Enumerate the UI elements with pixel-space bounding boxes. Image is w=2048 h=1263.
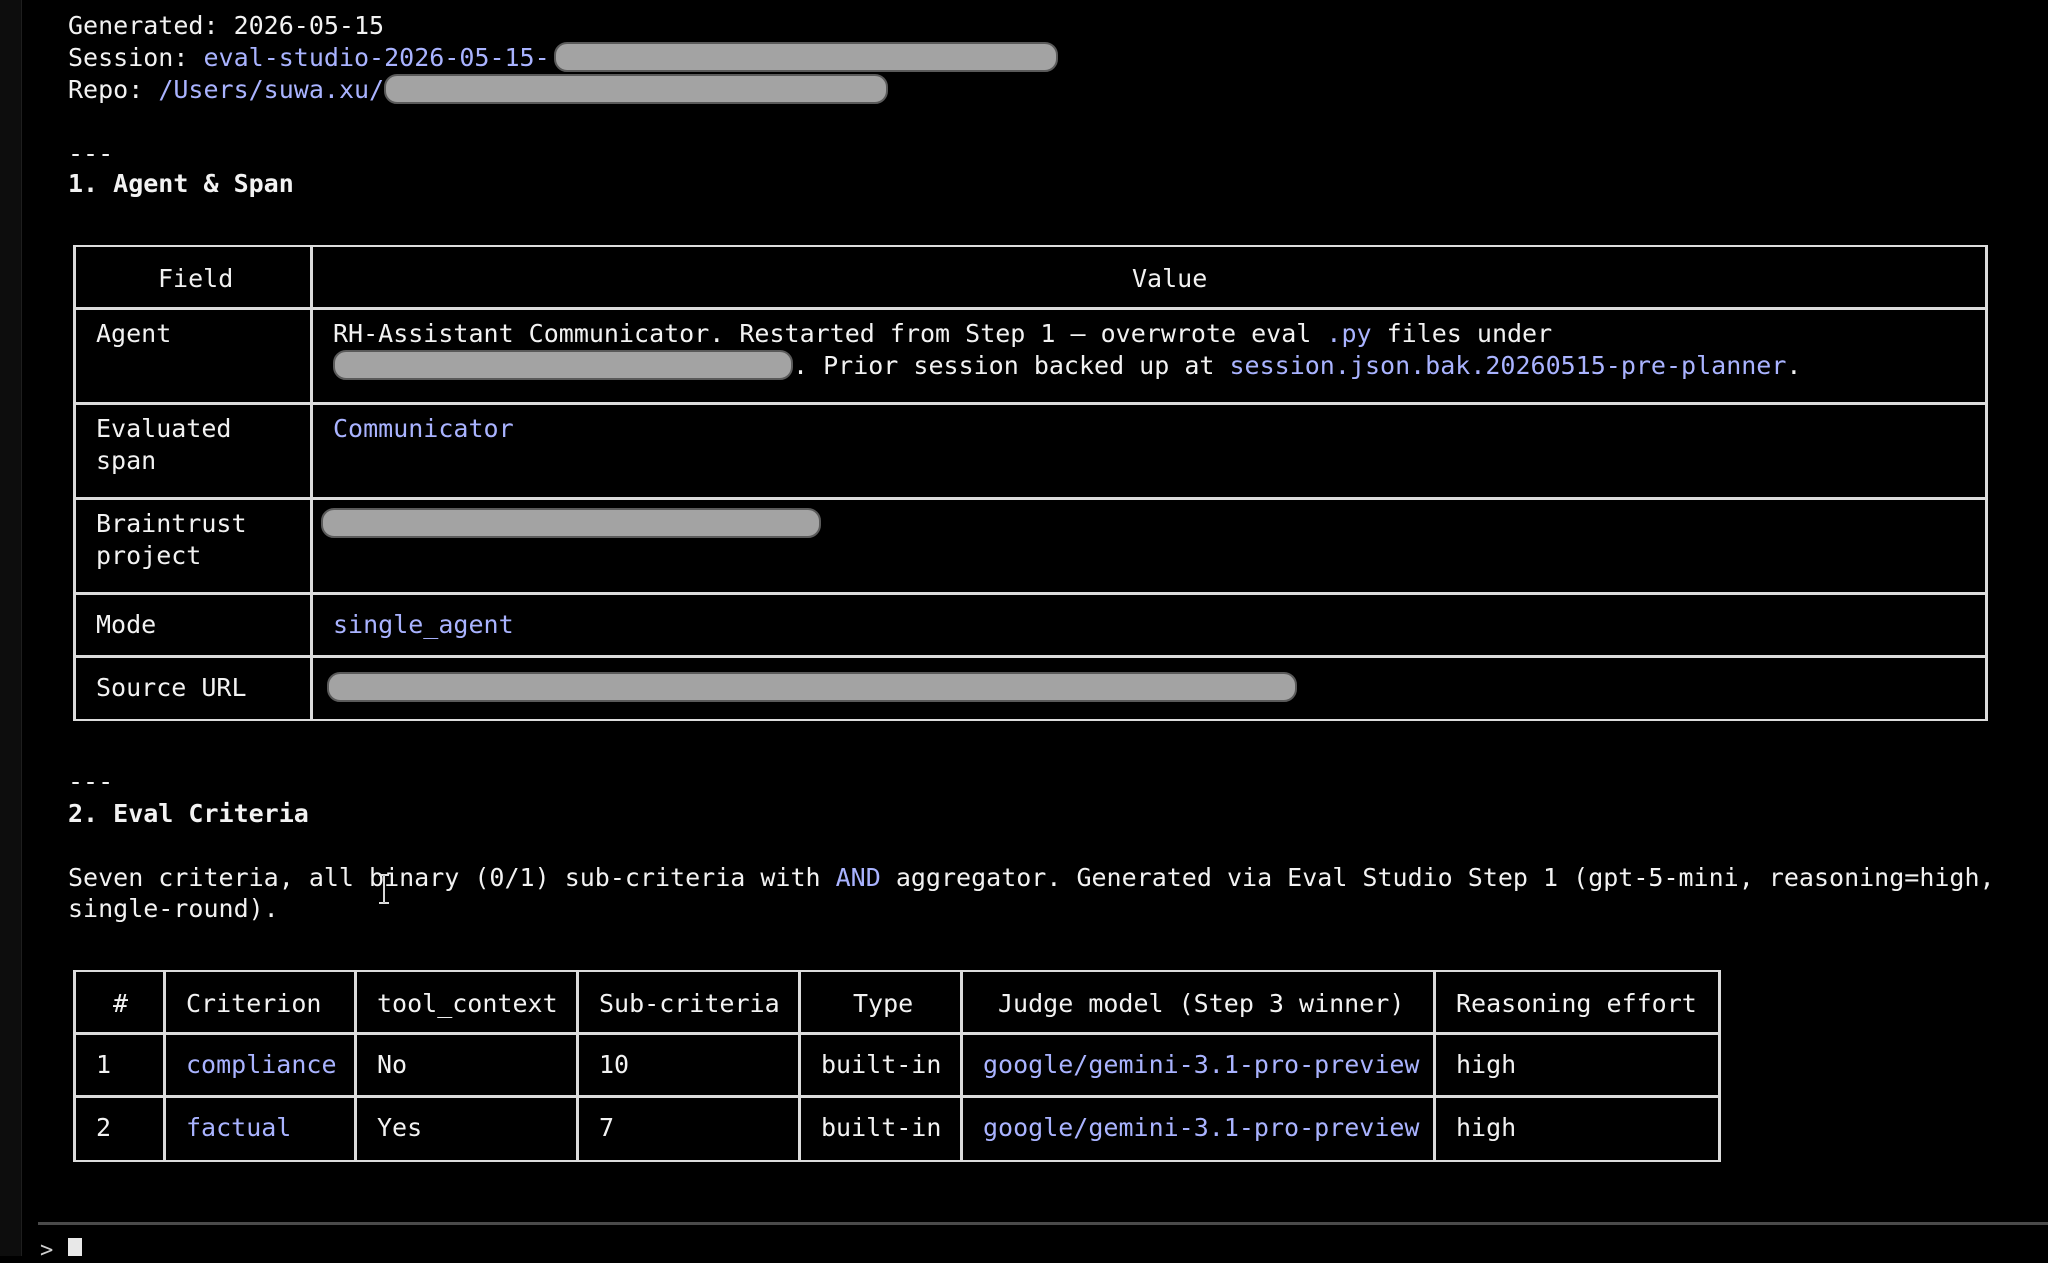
table-header-row: Field Value — [76, 247, 1985, 310]
session-label: Session: — [68, 43, 189, 72]
header-num: # — [76, 972, 166, 1032]
agent-span-table: Field Value Agent RH-Assistant Communica… — [73, 245, 1988, 721]
header-reasoning-effort: Reasoning effort — [1456, 989, 1697, 1018]
header-cell-field: Field — [76, 247, 313, 307]
session-value[interactable]: eval-studio-2026-05-15- — [203, 43, 549, 72]
cell-source-value — [313, 658, 1985, 721]
header-type: Type — [801, 972, 963, 1032]
section1-rule: --- — [68, 139, 114, 168]
prompt-caret: > — [40, 1238, 54, 1263]
prompt-divider — [38, 1222, 2048, 1225]
criteria-header-row: # Criterion tool_context Sub-criteria Ty… — [76, 972, 1718, 1035]
repo-line: Repo: /Users/suwa.xu/ — [68, 74, 889, 106]
criteria-table: # Criterion tool_context Sub-criteria Ty… — [73, 970, 1721, 1162]
redacted-session-id — [553, 42, 1058, 72]
criterion-link[interactable]: factual — [186, 1112, 291, 1144]
header-criterion: Criterion — [166, 972, 357, 1032]
terminal-window: Generated: 2026-05-15 Session: eval-stud… — [0, 0, 2048, 1263]
cell-span-field: Evaluated span — [76, 405, 313, 497]
table-row-braintrust-project: Braintrust project — [76, 500, 1985, 595]
judge-model-link[interactable]: google/gemini-3.1-pro-preview — [983, 1112, 1420, 1144]
section1-title: 1. Agent & Span — [68, 169, 294, 198]
criteria-description-line2: single-round). — [68, 894, 279, 923]
generated-value: 2026-05-15 — [233, 11, 385, 40]
generated-label: Generated: — [68, 11, 219, 40]
header-cell-value: Value — [1132, 264, 1208, 293]
cell-source-field: Source URL — [76, 658, 313, 721]
window-left-edge — [0, 0, 22, 1256]
redacted-url — [327, 672, 1297, 702]
table-row-mode: Mode single_agent — [76, 595, 1985, 658]
table-row-evaluated-span: Evaluated span Communicator — [76, 405, 1985, 500]
terminal-cursor-icon[interactable] — [68, 1238, 82, 1256]
header-sub-criteria: Sub-criteria — [579, 972, 801, 1032]
table-row-source-url: Source URL — [76, 658, 1985, 721]
table-row: 2 factual Yes 7 built-in google/gemini-3… — [76, 1098, 1718, 1161]
redacted-repo-path — [384, 74, 889, 104]
criteria-description-line1: Seven criteria, all binary (0/1) sub-cri… — [68, 863, 1995, 892]
cell-agent-value: RH-Assistant Communicator. Restarted fro… — [333, 319, 1802, 380]
header-judge-model: Judge model (Step 3 winner) — [963, 972, 1436, 1032]
cell-agent-field: Agent — [76, 310, 313, 402]
criterion-link[interactable]: compliance — [186, 1049, 337, 1081]
cell-project-field: Braintrust project — [76, 500, 313, 592]
cell-mode-field: Mode — [76, 595, 313, 655]
session-line: Session: eval-studio-2026-05-15- — [68, 42, 1058, 74]
table-row: 1 compliance No 10 built-in google/gemin… — [76, 1035, 1718, 1098]
repo-label: Repo: — [68, 75, 144, 104]
backup-file-link[interactable]: session.json.bak.20260515-pre-planner — [1230, 351, 1787, 380]
header-tool-context: tool_context — [357, 972, 579, 1032]
cell-span-value: Communicator — [333, 414, 514, 443]
judge-model-link[interactable]: google/gemini-3.1-pro-preview — [983, 1049, 1420, 1081]
redacted-project — [321, 508, 821, 538]
section2-title: 2. Eval Criteria — [68, 799, 309, 828]
cell-mode-value: single_agent — [333, 610, 514, 639]
repo-value[interactable]: /Users/suwa.xu/ — [158, 75, 384, 104]
section2-rule: --- — [68, 767, 114, 796]
redacted-path — [333, 350, 793, 380]
text-cursor-icon — [379, 874, 389, 904]
cell-project-value — [313, 500, 1985, 592]
table-row-agent: Agent RH-Assistant Communicator. Restart… — [76, 310, 1985, 405]
generated-line: Generated: 2026-05-15 — [68, 10, 384, 42]
